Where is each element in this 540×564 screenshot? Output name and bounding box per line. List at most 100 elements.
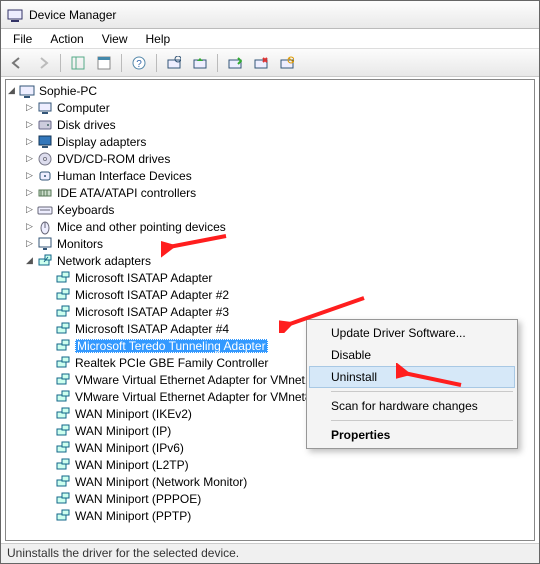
- properties-button[interactable]: [92, 52, 116, 74]
- svg-text:?: ?: [136, 59, 142, 70]
- tree-device-label: Microsoft Teredo Tunneling Adapter: [75, 339, 268, 353]
- tree-category[interactable]: ▷ Human Interface Devices: [24, 167, 534, 184]
- tree-device-label: Microsoft ISATAP Adapter #2: [75, 288, 229, 302]
- tree-category[interactable]: ◢ Network adapters: [24, 252, 534, 269]
- menu-help[interactable]: Help: [138, 30, 179, 48]
- tree-device-label: WAN Miniport (IP): [75, 424, 171, 438]
- tree-category-label: DVD/CD-ROM drives: [57, 152, 170, 166]
- monitor-icon: [37, 236, 53, 252]
- collapse-icon[interactable]: ◢: [6, 85, 17, 96]
- context-menu-item[interactable]: Disable: [309, 344, 515, 366]
- expand-icon[interactable]: ▷: [24, 170, 35, 181]
- tree-category-label: Disk drives: [57, 118, 116, 132]
- network-adapter-icon: [55, 491, 71, 507]
- context-menu-item[interactable]: Properties: [309, 424, 515, 446]
- menu-action[interactable]: Action: [42, 30, 91, 48]
- statusbar-text: Uninstalls the driver for the selected d…: [7, 546, 239, 560]
- tree-device[interactable]: ▷Microsoft ISATAP Adapter: [42, 269, 534, 286]
- tree-device[interactable]: ▷WAN Miniport (PPPOE): [42, 490, 534, 507]
- expand-icon[interactable]: ▷: [24, 153, 35, 164]
- context-menu-item[interactable]: Uninstall: [309, 366, 515, 388]
- tree-category[interactable]: ▷ Monitors: [24, 235, 534, 252]
- tree-category-label: Human Interface Devices: [57, 169, 192, 183]
- tree-category[interactable]: ▷ Display adapters: [24, 133, 534, 150]
- network-adapter-icon: [55, 389, 71, 405]
- tree-category[interactable]: ▷ Computer: [24, 99, 534, 116]
- network-adapter-icon: [55, 338, 71, 354]
- tree-category-label: Monitors: [57, 237, 103, 251]
- forward-button[interactable]: [31, 52, 55, 74]
- network-adapter-icon: [55, 287, 71, 303]
- tree-device-label: WAN Miniport (Network Monitor): [75, 475, 247, 489]
- tree-device[interactable]: ▷Microsoft ISATAP Adapter #3: [42, 303, 534, 320]
- menu-view[interactable]: View: [94, 30, 136, 48]
- network-adapter-icon: [55, 406, 71, 422]
- context-menu-item[interactable]: Update Driver Software...: [309, 322, 515, 344]
- menubar: File Action View Help: [1, 29, 539, 49]
- tree-category[interactable]: ▷ Disk drives: [24, 116, 534, 133]
- toolbar-separator: [156, 54, 157, 72]
- tree-device[interactable]: ▷WAN Miniport (PPTP): [42, 507, 534, 524]
- tree-device-label: WAN Miniport (IKEv2): [75, 407, 192, 421]
- tree-device[interactable]: ▷WAN Miniport (L2TP): [42, 456, 534, 473]
- tree-device-label: Microsoft ISATAP Adapter: [75, 271, 212, 285]
- network-adapter-icon: [55, 508, 71, 524]
- toolbar-separator: [60, 54, 61, 72]
- back-button[interactable]: [5, 52, 29, 74]
- tree-root-label: Sophie-PC: [39, 84, 97, 98]
- tree-device[interactable]: ▷WAN Miniport (Network Monitor): [42, 473, 534, 490]
- tree-device-label: WAN Miniport (L2TP): [75, 458, 189, 472]
- display-icon: [37, 134, 53, 150]
- tree-category[interactable]: ▷ Keyboards: [24, 201, 534, 218]
- context-menu-item[interactable]: Scan for hardware changes: [309, 395, 515, 417]
- enable-button[interactable]: [223, 52, 247, 74]
- show-hide-tree-button[interactable]: [66, 52, 90, 74]
- window-titlebar: Device Manager: [1, 1, 539, 29]
- tree-category-label: Display adapters: [57, 135, 146, 149]
- expand-icon[interactable]: ▷: [24, 102, 35, 113]
- tree-category[interactable]: ▷Mice and other pointing devices: [24, 218, 534, 235]
- keyboard-icon: [37, 202, 53, 218]
- toolbar: ?: [1, 49, 539, 77]
- window-title: Device Manager: [29, 8, 116, 22]
- help-button[interactable]: ?: [127, 52, 151, 74]
- expand-icon[interactable]: ▷: [24, 136, 35, 147]
- disable-button[interactable]: [275, 52, 299, 74]
- scan-hardware-button[interactable]: [162, 52, 186, 74]
- device-manager-icon: [7, 7, 23, 23]
- expand-icon[interactable]: ▷: [24, 204, 35, 215]
- toolbar-separator: [217, 54, 218, 72]
- tree-category[interactable]: ▷ DVD/CD-ROM drives: [24, 150, 534, 167]
- tree-root-node[interactable]: ◢ Sophie-PC: [6, 82, 534, 99]
- tree-category-label: Keyboards: [57, 203, 114, 217]
- network-adapter-icon: [55, 304, 71, 320]
- uninstall-button[interactable]: [249, 52, 273, 74]
- expand-icon[interactable]: ▷: [24, 187, 35, 198]
- tree-category-label: Computer: [57, 101, 110, 115]
- tree-category-label: IDE ATA/ATAPI controllers: [57, 186, 196, 200]
- expand-icon[interactable]: ▷: [24, 221, 35, 232]
- update-driver-button[interactable]: [188, 52, 212, 74]
- tree-device-label: Realtek PCIe GBE Family Controller: [75, 356, 268, 370]
- mouse-icon: [37, 219, 53, 235]
- device-tree-panel[interactable]: ◢ Sophie-PC ▷ Computer ▷ Disk drives ▷ Display …: [5, 79, 535, 541]
- menu-file[interactable]: File: [5, 30, 40, 48]
- network-icon: [37, 253, 53, 269]
- hid-icon: [37, 168, 53, 184]
- tree-category[interactable]: ▷ IDE ATA/ATAPI controllers: [24, 184, 534, 201]
- ide-icon: [37, 185, 53, 201]
- network-adapter-icon: [55, 270, 71, 286]
- tree-device-label: WAN Miniport (PPPOE): [75, 492, 201, 506]
- tree-device[interactable]: ▷Microsoft ISATAP Adapter #2: [42, 286, 534, 303]
- network-adapter-icon: [55, 440, 71, 456]
- collapse-icon[interactable]: ◢: [24, 255, 35, 266]
- expand-icon[interactable]: ▷: [24, 238, 35, 249]
- network-adapter-icon: [55, 372, 71, 388]
- expand-icon[interactable]: ▷: [24, 119, 35, 130]
- network-adapter-icon: [55, 321, 71, 337]
- tree-device-label: Microsoft ISATAP Adapter #4: [75, 322, 229, 336]
- tree-category-label: Network adapters: [57, 254, 151, 268]
- tree-device-label: WAN Miniport (IPv6): [75, 441, 184, 455]
- computer-icon: [19, 83, 35, 99]
- tree-device-label: VMware Virtual Ethernet Adapter for VMne…: [75, 373, 312, 387]
